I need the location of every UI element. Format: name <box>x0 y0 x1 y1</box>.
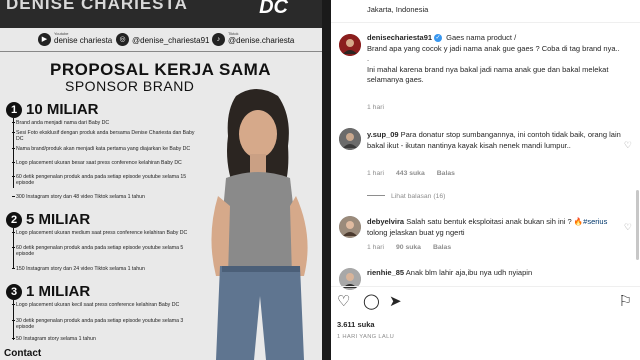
tier-item: 60 detik pengenalan produk anda pada set… <box>12 245 196 257</box>
comment-likes[interactable]: 90 suka <box>396 244 421 251</box>
youtube-icon: ▶ <box>38 33 51 46</box>
like-heart-icon[interactable]: ♡ <box>337 292 350 312</box>
share-icon[interactable]: ➤ <box>389 292 402 312</box>
comment-text: Anak blm lahir aja,ibu nya udh nyiapin <box>405 268 533 277</box>
heart-icon[interactable]: ♡ <box>624 222 632 233</box>
reply-button[interactable]: Balas <box>437 170 455 177</box>
comment-likes[interactable]: 443 suka <box>396 170 425 177</box>
caption-line: . <box>367 54 370 63</box>
post-time[interactable]: 1 HARI YANG LALU <box>337 334 394 340</box>
tier-amount: 5 MILIAR <box>26 211 91 228</box>
tier-item: 30 detik pengenalan produk anda pada set… <box>12 318 196 330</box>
caption-line: Brand apa yang cocok y jadi nama anak gu… <box>367 43 620 53</box>
tier-amount: 1 MILIAR <box>26 283 91 300</box>
tier-item: 300 Instagram story dan 48 video Tiktok … <box>12 194 196 200</box>
avatar[interactable] <box>339 128 361 150</box>
comment-time[interactable]: 1 hari <box>367 170 384 177</box>
tier-line <box>13 118 14 188</box>
tier-item: Logo placement ukuran besar saat press c… <box>12 160 196 166</box>
image-edge <box>322 0 331 360</box>
tier-amount: 10 MILIAR <box>26 101 99 118</box>
caption-time[interactable]: 1 hari <box>367 104 384 111</box>
tier-item: Logo placement ukuran medium saat press … <box>12 230 196 236</box>
heart-icon[interactable]: ♡ <box>624 140 632 151</box>
top-banner: DENISE CHARIESTA DC <box>0 0 322 28</box>
avatar[interactable] <box>339 216 361 238</box>
caption-line: Gaes nama product / <box>446 33 517 42</box>
caption-meta: 1 hari <box>367 104 396 111</box>
divider <box>331 286 640 287</box>
divider <box>0 51 322 52</box>
caption-line: Ini mahal karena brand nya bakal jadi na… <box>367 64 609 85</box>
tier-item: 50 Instagram story selama 1 tahun <box>12 336 196 342</box>
banner-logo: DC <box>259 0 288 18</box>
comment-text: Para donatur stop sumbangannya, ini cont… <box>367 130 621 150</box>
social-handle: @denise.chariesta <box>228 36 295 45</box>
instagram-panel: Jakarta, Indonesia denisechariesta91 ✓ Ga… <box>331 0 640 360</box>
tier-item: Logo placement ukuran kecil saat press c… <box>12 302 196 308</box>
hashtag-link[interactable]: #serius <box>583 217 607 226</box>
instagram-icon: ◎ <box>116 33 129 46</box>
comment-username[interactable]: y.sup_09 <box>367 130 399 139</box>
social-row: ▶ Youtube denise chariesta ◎ @denise_cha… <box>0 30 322 50</box>
comment-text: Salah satu bentuk eksploitasi anak bukan… <box>406 217 584 226</box>
tier-item: Nama brand/produk akan menjadi kata pert… <box>12 146 196 152</box>
reply-button[interactable]: Balas <box>433 244 451 251</box>
caption-username[interactable]: denisechariesta91 <box>367 33 432 42</box>
model-photo <box>211 89 308 360</box>
proposal-subtitle: SPONSOR BRAND <box>65 78 195 94</box>
tier-item: Sesi Foto eksklusif dengan produk anda b… <box>12 130 195 142</box>
tier-number: 1 <box>6 102 22 118</box>
tier-line <box>13 228 14 268</box>
social-handle: denise chariesta <box>54 36 113 45</box>
tier-number: 2 <box>6 212 22 228</box>
post-caption: denisechariesta91 ✓ Gaes nama product / B… <box>367 33 622 86</box>
social-handle: @denise_chariesta91 <box>132 36 210 45</box>
comment-meta: 1 hari 90 suka Balas <box>367 244 463 251</box>
likes-count[interactable]: 3.611 suka <box>337 320 375 329</box>
comment: y.sup_09 Para donatur stop sumbangannya,… <box>367 130 622 151</box>
bookmark-icon[interactable]: ⚐ <box>619 292 632 312</box>
comment-time[interactable]: 1 hari <box>367 244 384 251</box>
tier-item: Brand anda menjadi nama dari Baby DC <box>12 120 196 126</box>
scrollbar[interactable] <box>636 190 639 260</box>
tiktok-icon: ♪ <box>212 33 225 46</box>
divider <box>331 22 640 23</box>
post-image: DENISE CHARIESTA DC ▶ Youtube denise cha… <box>0 0 322 360</box>
comment: debyelvira Salah satu bentuk eksploitasi… <box>367 217 622 238</box>
action-bar: ♡ ◯ ➤ ⚐ <box>331 292 640 312</box>
tier-item: 60 detik pengenalan produk anda pada set… <box>12 174 196 186</box>
contact-label: Contact <box>4 348 42 359</box>
post-location[interactable]: Jakarta, Indonesia <box>367 5 428 14</box>
comment-text: tolong jelaskan buat yg ngerti <box>367 227 465 237</box>
proposal-title: PROPOSAL KERJA SAMA <box>50 60 272 79</box>
comment-icon[interactable]: ◯ <box>363 292 380 312</box>
comment-meta: 1 hari 443 suka Balas <box>367 170 467 177</box>
comment-username[interactable]: debyelvira <box>367 217 404 226</box>
tier-item: 150 Instagram story dan 24 video Tiktok … <box>12 266 196 272</box>
banner-name: DENISE CHARIESTA <box>6 0 188 13</box>
comment: rienhie_85 Anak blm lahir aja,ibu nya ud… <box>367 268 622 279</box>
verified-icon: ✓ <box>434 34 443 42</box>
tier-number: 3 <box>6 284 22 300</box>
comment-username[interactable]: rienhie_85 <box>367 268 404 277</box>
avatar[interactable] <box>339 34 361 56</box>
view-replies-button[interactable]: Lihat balasan (16) <box>367 193 445 200</box>
